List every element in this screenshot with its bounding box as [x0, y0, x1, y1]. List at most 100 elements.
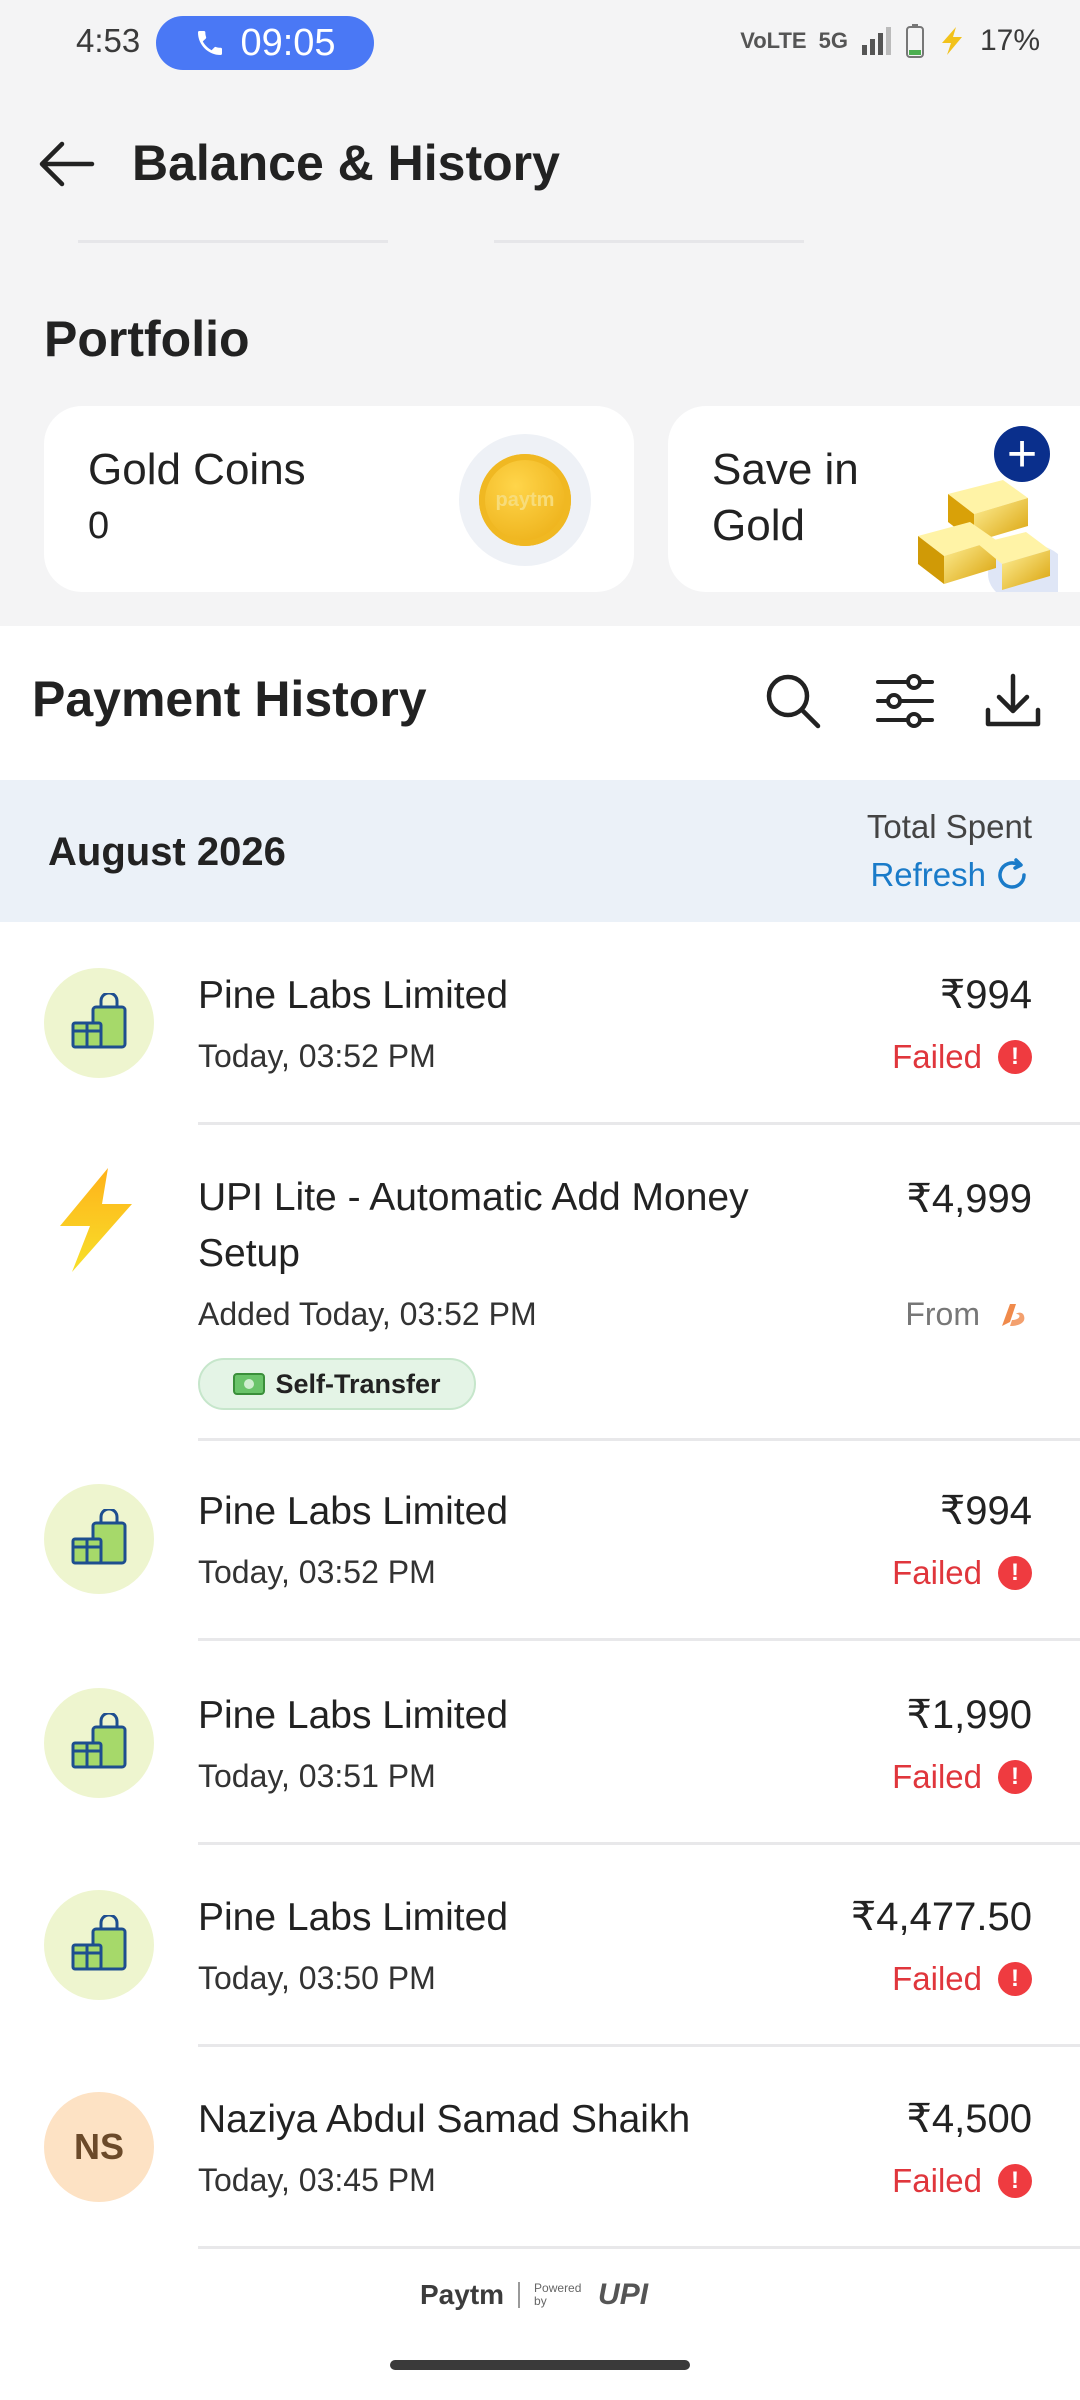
status-indicators: VoLTE 5G 17%: [740, 24, 1040, 58]
transaction-name: Pine Labs Limited: [198, 1694, 509, 1737]
search-icon[interactable]: [762, 670, 824, 732]
paytm-gold-coin-icon: paytm: [479, 454, 571, 546]
transaction-name: Pine Labs Limited: [198, 974, 509, 1017]
save-gold-label-line1: Save in: [712, 445, 859, 494]
save-gold-label-line2: Gold: [712, 501, 805, 550]
money-icon: [233, 1373, 266, 1395]
home-indicator[interactable]: [390, 2360, 690, 2370]
footer-separator: [518, 2282, 521, 2308]
row-divider: [198, 1842, 1080, 1845]
tab-divider: [78, 240, 388, 243]
lightning-icon: [60, 1168, 132, 1272]
status-time: 4:53: [76, 22, 141, 59]
coin-background: paytm: [459, 434, 591, 566]
row-divider: [198, 1638, 1080, 1641]
ongoing-call-pill[interactable]: 09:05: [156, 16, 374, 70]
refresh-button[interactable]: Refresh: [870, 856, 1030, 894]
tab-divider: [494, 240, 804, 243]
save-in-gold-card[interactable]: Save in Gold +: [668, 406, 1080, 592]
transaction-row[interactable]: [0, 1846, 1080, 2046]
transaction-row[interactable]: [0, 2048, 1080, 2248]
transaction-amount: ₹4,477.50: [850, 1895, 1032, 1939]
gold-coins-value: 0: [88, 505, 110, 547]
transaction-name: Naziya Abdul Samad Shaikh: [198, 2098, 691, 2141]
battery-percent: 17%: [979, 24, 1040, 57]
charging-icon: [941, 27, 962, 55]
total-spent-label: Total Spent: [866, 808, 1032, 845]
signal-icon: [861, 27, 891, 55]
contact-avatar: NS: [44, 2092, 154, 2202]
alert-icon: !: [998, 1040, 1032, 1074]
transaction-time: Today, 03:52 PM: [198, 1554, 436, 1590]
tag-label: Self-Transfer: [275, 1368, 441, 1399]
shopping-bag-icon: [71, 1509, 127, 1565]
status-label: Failed: [892, 1038, 982, 1075]
download-icon[interactable]: [982, 670, 1044, 732]
footer-branding: Paytm Powered by UPI: [420, 2278, 648, 2312]
upi-logo: UPI: [598, 2278, 649, 2311]
transaction-name: Pine Labs Limited: [198, 1490, 509, 1533]
alert-icon: !: [998, 1962, 1032, 1996]
month-label: August 2026: [48, 830, 286, 874]
merchant-avatar: [44, 968, 154, 1078]
self-transfer-tag: Self-Transfer: [198, 1358, 476, 1410]
transaction-time: Today, 03:52 PM: [198, 1038, 436, 1074]
transaction-row[interactable]: [0, 924, 1080, 1124]
transaction-amount: ₹4,999: [906, 1177, 1032, 1221]
alert-icon: !: [998, 2164, 1032, 2198]
back-arrow-icon[interactable]: [36, 138, 96, 190]
transaction-name-line2: Setup: [198, 1232, 300, 1275]
status-failed: Failed !: [892, 2162, 1032, 2200]
status-failed: Failed !: [892, 1960, 1032, 1998]
from-label: From: [905, 1296, 980, 1332]
merchant-avatar: [44, 1688, 154, 1798]
transaction-time: Today, 03:51 PM: [198, 1758, 436, 1794]
status-label: Failed: [892, 1554, 982, 1591]
merchant-avatar: [44, 1890, 154, 2000]
shopping-bag-icon: [71, 1713, 127, 1769]
shopping-bag-icon: [71, 993, 127, 1049]
status-failed: Failed !: [892, 1758, 1032, 1796]
phone-icon: [198, 31, 223, 55]
shopping-bag-icon: [71, 1915, 127, 1971]
refresh-label: Refresh: [870, 856, 986, 893]
refresh-icon: [998, 858, 1026, 889]
transaction-amount: ₹994: [939, 973, 1032, 1017]
plus-icon[interactable]: +: [994, 426, 1050, 482]
row-divider: [198, 1122, 1080, 1125]
gold-coins-card[interactable]: Gold Coins 0 paytm: [44, 406, 634, 592]
transaction-amount: ₹994: [939, 1489, 1032, 1533]
alert-icon: !: [998, 1760, 1032, 1794]
powered-by-label: Powered by: [534, 2281, 582, 2308]
status-failed: Failed !: [892, 1554, 1032, 1592]
transaction-row[interactable]: [0, 1442, 1080, 1640]
paytm-logo: Paytm: [420, 2279, 505, 2310]
transaction-time: Today, 03:50 PM: [198, 1960, 436, 1996]
transaction-amount: ₹4,500: [906, 2097, 1032, 2141]
status-failed: Failed !: [892, 1038, 1032, 1076]
transaction-name: Pine Labs Limited: [198, 1896, 509, 1939]
gold-bar-icon: [918, 480, 1058, 592]
network-type: 5G: [818, 28, 848, 53]
transaction-amount: ₹1,990: [906, 1693, 1032, 1737]
filter-icon[interactable]: [874, 670, 936, 732]
portfolio-title: Portfolio: [44, 311, 250, 367]
payment-history-title: Payment History: [32, 671, 427, 727]
bank-icon: [1002, 1303, 1025, 1326]
merchant-avatar: [44, 1484, 154, 1594]
transaction-time: Added Today, 03:52 PM: [198, 1296, 537, 1332]
status-label: Failed: [892, 1960, 982, 1997]
battery-icon: [905, 24, 924, 58]
volte-icon: VoLTE: [740, 28, 807, 53]
row-divider: [198, 2246, 1080, 2249]
from-bank: From: [905, 1296, 1028, 1333]
status-label: Failed: [892, 1758, 982, 1795]
transaction-name-line1: UPI Lite - Automatic Add Money: [198, 1176, 749, 1219]
call-timer: 09:05: [240, 21, 336, 64]
row-divider: [198, 2044, 1080, 2047]
row-divider: [198, 1438, 1080, 1441]
page-title: Balance & History: [132, 135, 560, 191]
transaction-time: Today, 03:45 PM: [198, 2162, 436, 2198]
alert-icon: !: [998, 1556, 1032, 1590]
gold-coins-label: Gold Coins: [88, 445, 306, 494]
